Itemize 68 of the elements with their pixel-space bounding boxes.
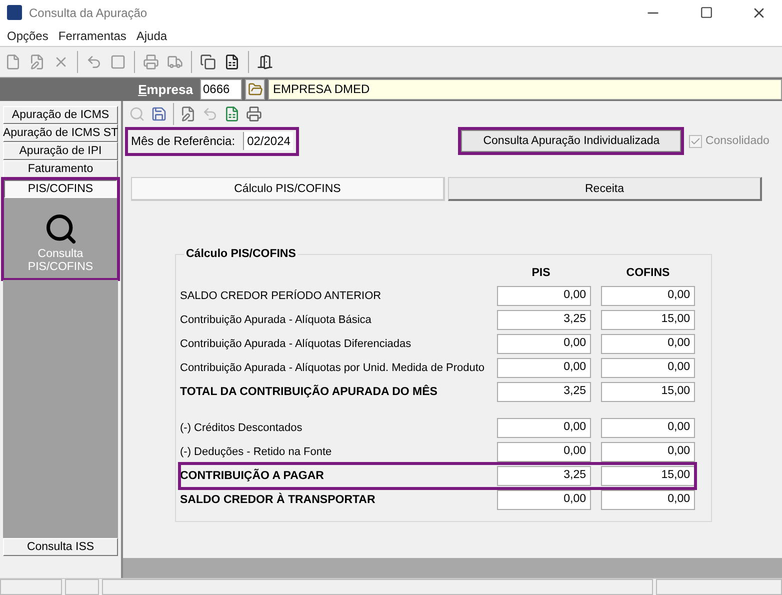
exit-door-icon[interactable]: [257, 54, 273, 70]
truck-icon[interactable]: [167, 54, 183, 70]
pis-value-field[interactable]: 0,00: [497, 286, 591, 306]
copy-icon[interactable]: [200, 54, 216, 70]
month-label: Mês de Referência:: [131, 134, 236, 148]
pis-value-field[interactable]: 0,00: [497, 334, 591, 354]
row-label: Contribuição Apurada - Alíquota Básica: [180, 314, 372, 326]
tab[interactable]: Cálculo PIS/COFINS: [131, 177, 445, 201]
column-header: PIS: [530, 267, 552, 279]
cofins-value-field[interactable]: 0,00: [601, 418, 695, 438]
sidebar-tab[interactable]: Faturamento: [3, 160, 118, 178]
pis-value-field[interactable]: 3,25: [497, 382, 591, 402]
cofins-value-field[interactable]: 0,00: [601, 442, 695, 462]
pis-value-field[interactable]: 0,00: [497, 418, 591, 438]
menu-item[interactable]: Ferramentas: [53, 28, 132, 42]
cofins-value-field[interactable]: 0,00: [601, 490, 695, 510]
individual-query-button[interactable]: Consulta Apuração Individualizada: [461, 130, 682, 152]
company-label: Empresa: [138, 82, 193, 97]
sidebar-tab[interactable]: Apuração de IPI: [3, 142, 118, 160]
company-name-field[interactable]: EMPRESA DMED: [268, 79, 782, 100]
printer-icon[interactable]: [246, 106, 262, 122]
pis-value-field[interactable]: 3,25: [497, 466, 591, 486]
row-label: (-) Deduções - Retido na Fonte: [180, 446, 333, 458]
sidebar-tab[interactable]: Apuração de ICMS: [3, 106, 118, 124]
company-code-field[interactable]: 0666: [200, 79, 242, 100]
maximize-icon[interactable]: [700, 6, 712, 19]
column-header: COFINS: [625, 267, 671, 279]
window-title: Consulta da Apuração: [29, 6, 148, 20]
month-field[interactable]: 02/2024: [243, 132, 294, 150]
cofins-value-field[interactable]: 15,00: [601, 310, 695, 330]
row-label: (-) Créditos Descontados: [180, 422, 304, 434]
print-icon[interactable]: [143, 54, 159, 70]
sidebar-tab[interactable]: PIS/COFINS: [4, 180, 117, 198]
app-logo-icon: [7, 5, 22, 20]
row-label: TOTAL DA CONTRIBUIÇÃO APURADA DO MÊS: [180, 386, 438, 398]
pis-value-field[interactable]: 0,00: [497, 442, 591, 462]
pis-value-field[interactable]: 0,00: [497, 490, 591, 510]
stop-icon[interactable]: [110, 54, 126, 70]
tab[interactable]: Receita: [448, 177, 762, 201]
edit-file-icon[interactable]: [29, 54, 45, 70]
status-panel: [0, 579, 62, 595]
edit-icon[interactable]: [180, 106, 196, 122]
save-icon[interactable]: [151, 106, 167, 122]
cofins-value-field[interactable]: 0,00: [601, 358, 695, 378]
new-file-icon[interactable]: [5, 54, 21, 70]
report-icon[interactable]: [224, 54, 240, 70]
status-panel: [65, 579, 99, 595]
cofins-value-field[interactable]: 15,00: [601, 466, 695, 486]
pis-value-field[interactable]: 0,00: [497, 358, 591, 378]
cofins-value-field[interactable]: 15,00: [601, 382, 695, 402]
sidebar-tab[interactable]: Consulta ISS: [3, 538, 118, 556]
check-icon: [690, 136, 702, 146]
row-label: SALDO CREDOR À TRANSPORTAR: [180, 494, 376, 506]
open-folder-button[interactable]: [245, 79, 265, 100]
spreadsheet-icon[interactable]: [224, 106, 240, 122]
sidebar-tab[interactable]: Apuração de ICMS ST: [3, 124, 118, 142]
undo-icon[interactable]: [86, 54, 102, 70]
row-label: Contribuição Apurada - Alíquotas Diferenciadas: [180, 338, 412, 350]
menu-item[interactable]: Ajuda: [131, 28, 172, 42]
row-label: SALDO CREDOR PERÍODO ANTERIOR: [180, 290, 382, 302]
group-title: Cálculo PIS/COFINS: [185, 248, 297, 260]
row-label: CONTRIBUIÇÃO A PAGAR: [180, 470, 325, 482]
pis-value-field[interactable]: 3,25: [497, 310, 591, 330]
cofins-value-field[interactable]: 0,00: [601, 334, 695, 354]
menu-item[interactable]: Opções: [2, 28, 54, 42]
search-report-icon[interactable]: [44, 212, 78, 246]
cofins-value-field[interactable]: 0,00: [601, 286, 695, 306]
row-label: Contribuição Apurada - Alíquotas por Unid. Medida de Produto: [180, 362, 486, 374]
